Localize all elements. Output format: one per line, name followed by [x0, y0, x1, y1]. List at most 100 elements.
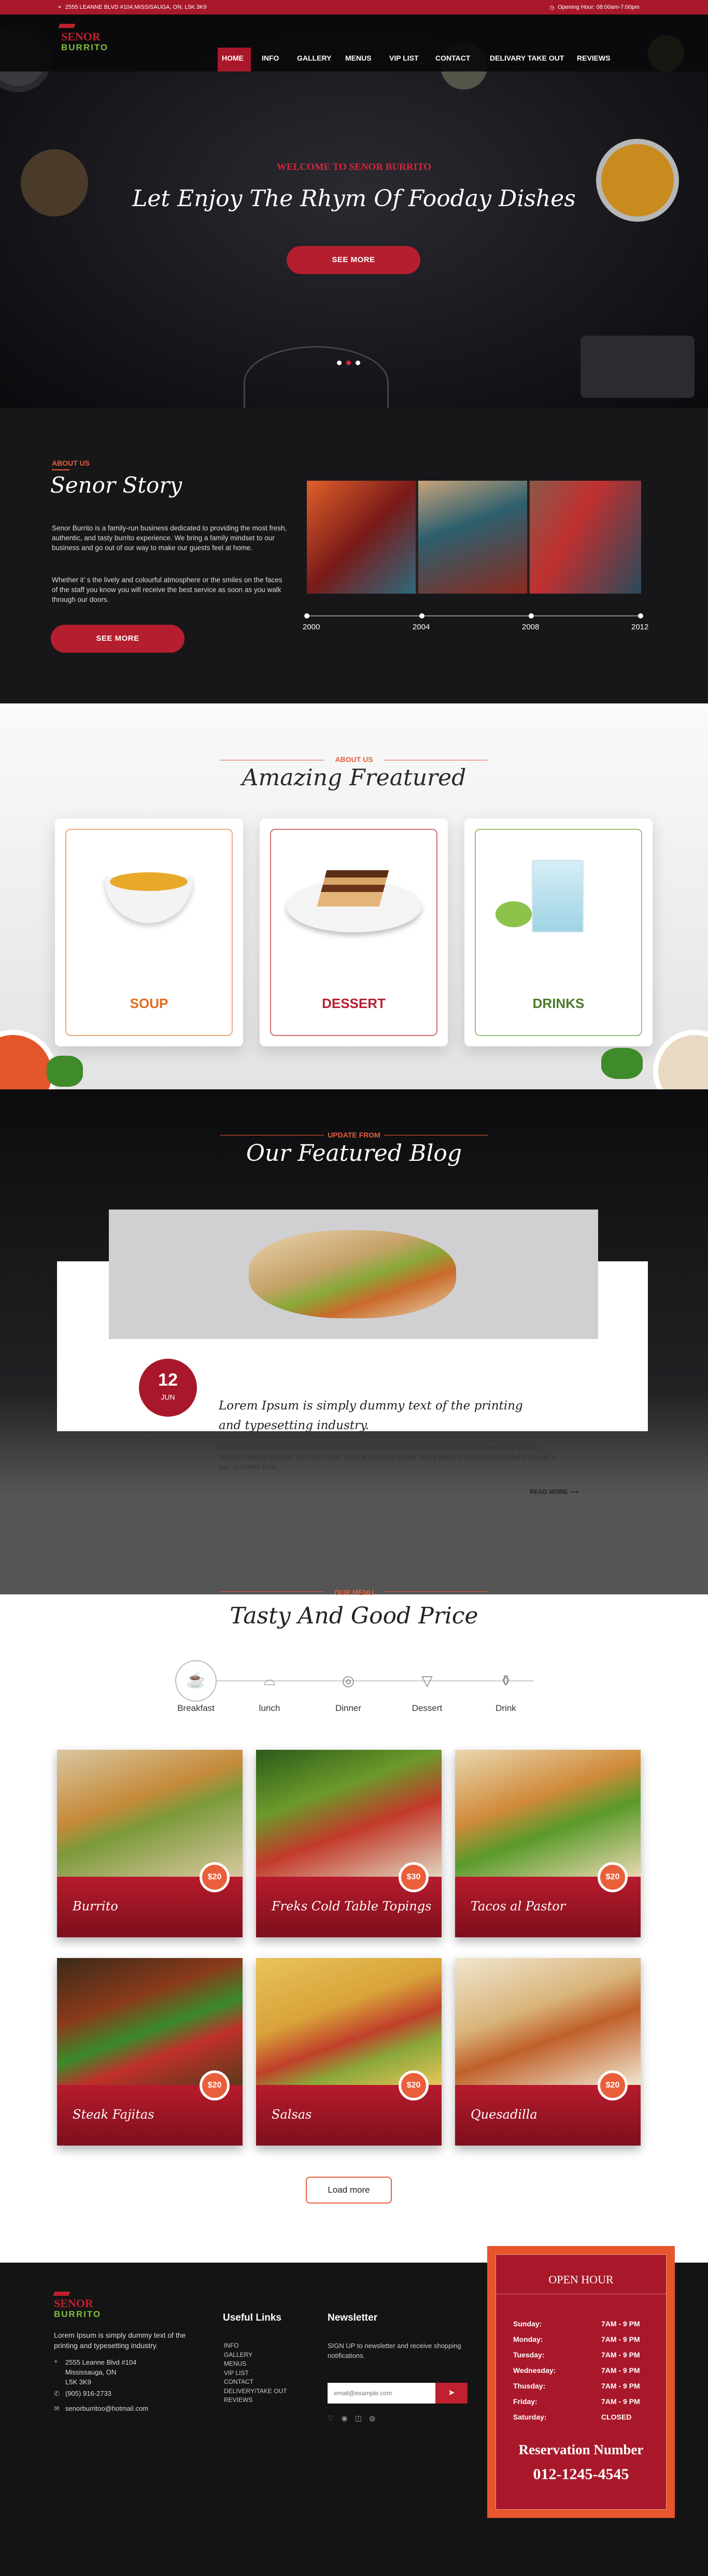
- blog-post-title[interactable]: Lorem Ipsum is simply dummy text of the …: [219, 1396, 540, 1435]
- dish-card[interactable]: $20 Tacos al Pastor: [455, 1750, 641, 1937]
- price-badge: $20: [399, 2070, 429, 2100]
- footer-link[interactable]: GALLERY: [224, 2351, 287, 2360]
- reservation-number[interactable]: 012-1245-4545: [495, 2466, 667, 2483]
- featured-section: ABOUT US Amazing Freatured SOUP DESSERT …: [0, 703, 708, 1113]
- timeline-year: 2012: [631, 623, 649, 631]
- story-see-more-button[interactable]: SEE MORE: [51, 625, 185, 653]
- nav-home[interactable]: HOME: [222, 54, 244, 62]
- parsley-decor: [47, 1056, 83, 1087]
- dish-name: Freks Cold Table Topings: [272, 1899, 432, 1913]
- parsley-decor: [601, 1048, 643, 1079]
- topbar-address: 2555 LEANNE BLVD #104,MISSISAUGA, ON, L5…: [65, 4, 207, 10]
- slider-dot-active[interactable]: [346, 361, 351, 365]
- nav-contact[interactable]: CONTACT: [435, 54, 470, 62]
- footer-link[interactable]: CONTACT: [224, 2378, 287, 2387]
- dish-image: [256, 1958, 442, 2085]
- newsletter-email-input[interactable]: [328, 2383, 435, 2404]
- eyebrow-underline: [52, 469, 69, 470]
- timeline-year: 2004: [413, 623, 430, 631]
- hero-section: WELCOME TO SENOR BURRITO Let Enjoy The R…: [0, 15, 708, 419]
- feature-card-dessert[interactable]: DESSERT: [260, 818, 448, 1046]
- slider-dot[interactable]: [356, 361, 360, 365]
- knife-decor: [580, 336, 695, 398]
- nav-reviews[interactable]: REVIEWS: [577, 54, 611, 62]
- timeline-dot[interactable]: [638, 613, 643, 618]
- price-badge: $20: [598, 1862, 628, 1892]
- hours-list: Sunday: 7AM - 9 PM Monday: 7AM - 9 PM Tues…: [513, 2320, 648, 2428]
- date-day: 12: [158, 1370, 178, 1390]
- nav-gallery[interactable]: GALLERY: [297, 54, 331, 62]
- plate-icon[interactable]: ◎: [328, 1672, 369, 1689]
- bottle-icon[interactable]: ⚱: [485, 1672, 527, 1689]
- dish-card[interactable]: $20 Burrito: [57, 1750, 243, 1937]
- footer-link[interactable]: INFO: [224, 2341, 287, 2351]
- burrito-image: [249, 1230, 456, 1318]
- footer-logo-line2[interactable]: BURRITO: [54, 2309, 101, 2320]
- top-bar: ⌖ 2555 LEANNE BLVD #104,MISSISAUGA, ON, …: [0, 0, 708, 15]
- cake-slice: [317, 870, 389, 906]
- dish-image: [256, 1750, 442, 1877]
- footer-logo-line1[interactable]: SENOR: [54, 2297, 93, 2310]
- nav-menus[interactable]: MENUS: [345, 54, 372, 62]
- soup-surface: [110, 872, 188, 891]
- feature-label-soup: SOUP: [130, 996, 168, 1011]
- timeline-dot[interactable]: [304, 613, 309, 618]
- timeline-year: 2000: [303, 623, 320, 631]
- hero-see-more-button[interactable]: SEE MORE: [287, 246, 420, 274]
- footer-link[interactable]: VIP LIST: [224, 2369, 287, 2378]
- mail-icon: ✉: [54, 2405, 60, 2412]
- hours-day: Friday:: [513, 2397, 537, 2406]
- nav-vip-list[interactable]: VIP LIST: [389, 54, 419, 62]
- phone-icon: ✆: [54, 2390, 60, 2397]
- footer: SENOR BURRITO Lorem Ipsum is simply dumm…: [0, 2246, 708, 2576]
- footer-phone[interactable]: (905) 916-2733: [65, 2390, 111, 2397]
- cloche-icon[interactable]: ⌓: [249, 1672, 290, 1689]
- feature-card-soup[interactable]: SOUP: [55, 818, 243, 1046]
- nav-info[interactable]: INFO: [262, 54, 279, 62]
- arrow-right-icon: ⟶: [569, 1488, 578, 1495]
- dish-card[interactable]: $20 Salsas: [256, 1958, 442, 2146]
- reservation-label: Reservation Number: [518, 2442, 644, 2457]
- slider-dot[interactable]: [337, 361, 342, 365]
- pan-bottom-decor: [244, 346, 389, 419]
- hours-day: Sunday:: [513, 2320, 542, 2328]
- story-eyebrow: ABOUT US: [52, 459, 90, 467]
- step-label-dessert[interactable]: Dessert: [406, 1703, 448, 1714]
- footer-link[interactable]: REVIEWS: [224, 2396, 287, 2405]
- address-line: L5K 3K9: [65, 2378, 91, 2386]
- step-label-drink[interactable]: Drink: [485, 1703, 527, 1714]
- icecream-icon[interactable]: ▽: [406, 1672, 448, 1689]
- timeline-dot[interactable]: [529, 613, 534, 618]
- hours-time: 7AM - 9 PM: [601, 2397, 640, 2406]
- step-label-lunch[interactable]: lunch: [249, 1703, 290, 1714]
- dish-name: Steak Fajitas: [73, 2107, 154, 2122]
- blog-image[interactable]: [109, 1210, 598, 1339]
- footer-links: INFO GALLERY MENUS VIP LIST CONTACT DELI…: [224, 2341, 287, 2405]
- logo-line2[interactable]: BURRITO: [61, 42, 108, 53]
- dish-card[interactable]: $30 Freks Cold Table Topings: [256, 1750, 442, 1937]
- timeline-dot[interactable]: [419, 613, 424, 618]
- feature-card-drinks[interactable]: DRINKS: [464, 818, 653, 1046]
- send-icon[interactable]: ➤: [435, 2383, 468, 2404]
- footer-link[interactable]: MENUS: [224, 2359, 287, 2369]
- dish-card[interactable]: $20 Steak Fajitas: [57, 1958, 243, 2146]
- footer-link[interactable]: DELIVERY/TAKE OUT: [224, 2387, 287, 2396]
- nav-delivery[interactable]: DELIVARY TAKE OUT: [490, 54, 564, 62]
- footer-email[interactable]: senorburritoo@hotmail.com: [65, 2405, 148, 2412]
- load-more-button[interactable]: Load more: [306, 2177, 392, 2204]
- hours-day: Wednesday:: [513, 2366, 556, 2374]
- hours-time: 7AM - 9 PM: [601, 2351, 640, 2359]
- step-label-dinner[interactable]: Dinner: [328, 1703, 369, 1714]
- hours-day: Saturday:: [513, 2413, 547, 2421]
- hours-time: 7AM - 9 PM: [601, 2382, 640, 2390]
- logo-line1[interactable]: SENOR: [61, 30, 101, 44]
- step-label-breakfast[interactable]: Breakfast: [175, 1703, 217, 1714]
- story-title: Senor Story: [50, 472, 182, 498]
- hours-row: Monday: 7AM - 9 PM: [513, 2335, 648, 2351]
- feature-label-drinks: DRINKS: [532, 996, 585, 1011]
- read-more-link[interactable]: READ MORE ⟶: [530, 1488, 578, 1495]
- social-icons[interactable]: ♡◉◫◍: [328, 2414, 383, 2423]
- dish-card[interactable]: $20 Quesadilla: [455, 1958, 641, 2146]
- blog-section: UPDATE FROM Our Featured Blog 12 JUN Lor…: [0, 1089, 708, 1594]
- hours-row: Friday: 7AM - 9 PM: [513, 2397, 648, 2413]
